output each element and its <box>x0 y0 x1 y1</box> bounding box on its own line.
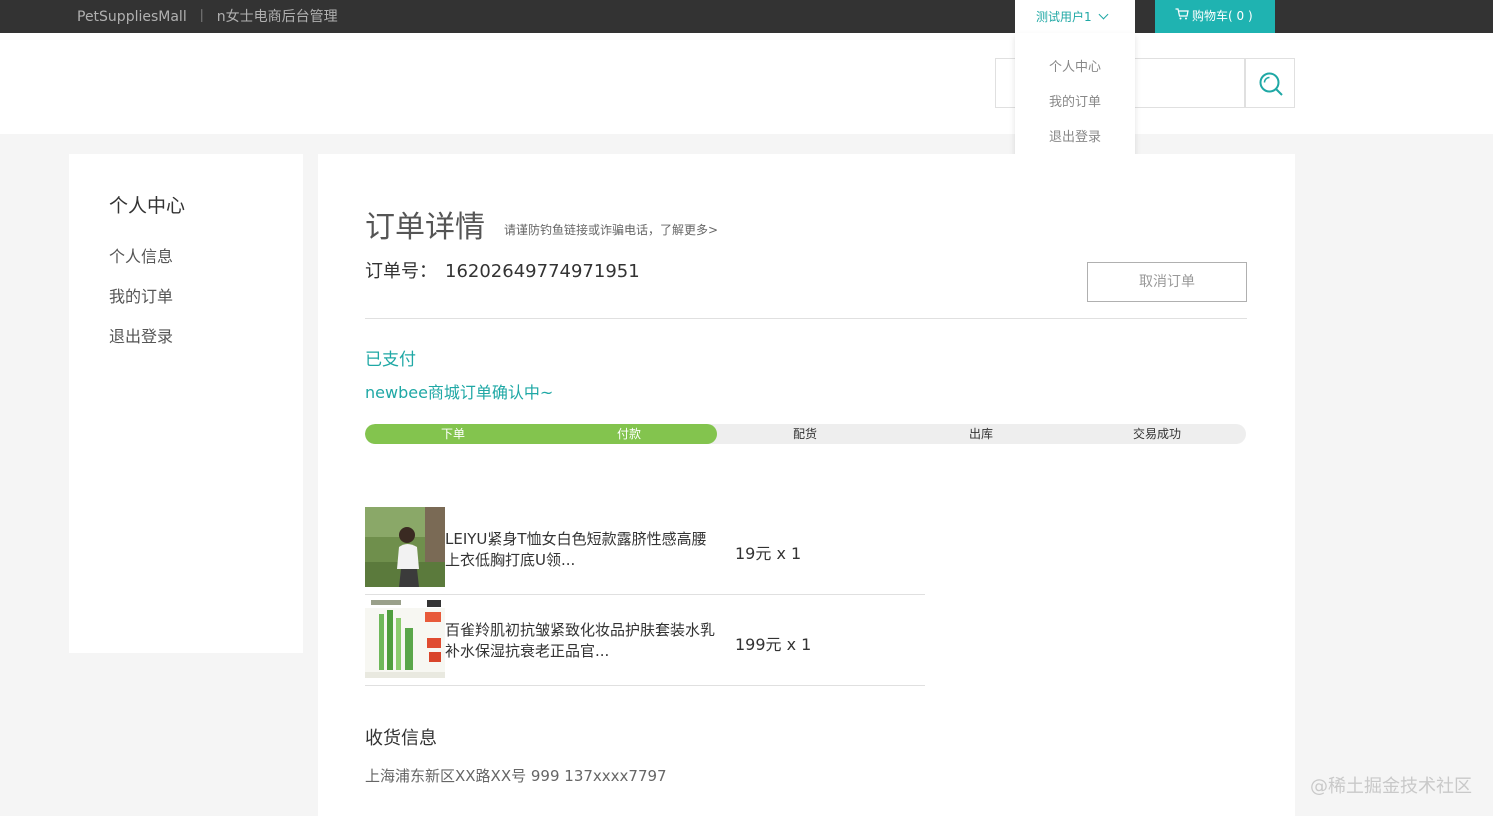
cancel-order-button[interactable]: 取消订单 <box>1087 262 1247 302</box>
brand-separator: 丨 <box>194 9 209 25</box>
user-menu[interactable]: 测试用户1 <box>1015 0 1135 33</box>
progress-step-picking: 配货 <box>792 427 817 441</box>
sidebar: 个人中心 个人信息 我的订单 退出登录 <box>69 154 303 653</box>
product-image[interactable] <box>365 507 445 587</box>
divider <box>365 318 1247 319</box>
progress-step-order: 下单 <box>440 427 465 441</box>
page-title: 订单详情 <box>365 210 485 245</box>
sidebar-item-my-orders[interactable]: 我的订单 <box>109 283 173 307</box>
cart-label: 购物车( 0 ) <box>1192 9 1253 23</box>
search-button[interactable] <box>1245 58 1295 108</box>
cart-icon <box>1175 8 1189 23</box>
goods-item[interactable]: 百雀羚肌初抗皱紧致化妆品护肤套装水乳 补水保湿抗衰老正品官... 199元 x … <box>365 598 925 686</box>
search-icon <box>1259 72 1283 96</box>
sidebar-item-profile-info[interactable]: 个人信息 <box>109 243 173 267</box>
product-price-qty: 199元 x 1 <box>735 635 812 654</box>
shipping-title: 收货信息 <box>365 728 437 749</box>
product-price-qty: 19元 x 1 <box>735 544 802 563</box>
order-progress-bar: 下单 付款 配货 出库 交易成功 <box>365 424 1246 444</box>
brand[interactable]: PetSuppliesMall 丨 n女士电商后台管理 <box>77 6 338 26</box>
dropdown-item-logout[interactable]: 退出登录 <box>1015 126 1135 145</box>
brand-subtitle: n女士电商后台管理 <box>216 9 338 25</box>
product-name-line2: 上衣低胸打底U领... <box>445 551 576 569</box>
shipping-address: 上海浦东新区XX路XX号 999 137xxxx7797 <box>365 767 667 785</box>
user-dropdown: 个人中心 我的订单 退出登录 <box>1015 33 1135 167</box>
product-name-line1: LEIYU紧身T恤女白色短款露脐性感高腰 <box>445 530 707 548</box>
product-name[interactable]: LEIYU紧身T恤女白色短款露脐性感高腰 上衣低胸打底U领... <box>445 529 707 571</box>
order-detail-panel: 订单详情 请谨防钓鱼链接或诈骗电话，了解更多> 订单号： 162026497749… <box>318 154 1295 816</box>
sidebar-item-logout[interactable]: 退出登录 <box>109 323 173 347</box>
anti-fraud-link[interactable]: 请谨防钓鱼链接或诈骗电话，了解更多> <box>504 221 718 238</box>
progress-step-shipped: 出库 <box>968 427 993 441</box>
progress-step-payment: 付款 <box>616 427 641 441</box>
product-name[interactable]: 百雀羚肌初抗皱紧致化妆品护肤套装水乳 补水保湿抗衰老正品官... <box>445 620 715 662</box>
product-name-line2: 补水保湿抗衰老正品官... <box>445 642 610 660</box>
order-number: 订单号： 16202649774971951 <box>365 257 640 283</box>
product-image[interactable] <box>365 598 445 678</box>
order-number-value: 16202649774971951 <box>445 261 640 282</box>
product-name-line1: 百雀羚肌初抗皱紧致化妆品护肤套装水乳 <box>445 621 716 639</box>
dropdown-item-orders[interactable]: 我的订单 <box>1015 91 1135 110</box>
user-name-label: 测试用户1 <box>1036 10 1092 24</box>
order-number-label: 订单号： <box>365 261 437 282</box>
order-status-description: newbee商城订单确认中~ <box>365 383 554 402</box>
progress-step-complete: 交易成功 <box>1132 427 1181 441</box>
order-status: 已支付 <box>365 350 416 370</box>
cart-button[interactable]: 购物车( 0 ) <box>1155 0 1275 33</box>
brand-name: PetSuppliesMall <box>77 9 187 25</box>
goods-item[interactable]: LEIYU紧身T恤女白色短款露脐性感高腰 上衣低胸打底U领... 19元 x 1 <box>365 507 925 595</box>
sidebar-title: 个人中心 <box>109 195 186 217</box>
user-name[interactable]: 测试用户1 <box>1036 8 1109 25</box>
dropdown-item-profile[interactable]: 个人中心 <box>1015 56 1135 75</box>
watermark: @稀土掘金技术社区 <box>1310 776 1472 797</box>
chevron-down-icon <box>1098 9 1109 20</box>
